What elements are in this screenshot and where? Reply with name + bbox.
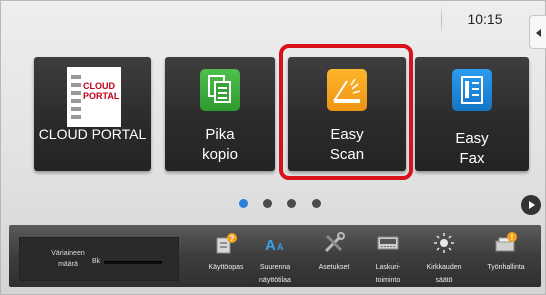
logo-word-2: PORTAL — [83, 91, 120, 101]
manual-icon: ? — [216, 233, 237, 254]
shortcut-label-line-2: säätö — [435, 277, 453, 284]
shortcut-label: Työnhallinta — [487, 264, 525, 271]
tile-label-line-1: Easy — [455, 130, 489, 147]
tile-quick-copy[interactable]: Pika kopio — [165, 57, 275, 171]
shortcut-label-line-1: Laskuri- — [375, 264, 401, 271]
page-dot-2[interactable] — [263, 199, 272, 208]
brightness-icon — [434, 233, 454, 253]
toner-title-line-1: Väriaineen — [51, 250, 85, 257]
toner-color-label: Bk — [92, 258, 101, 265]
clock: 10:15 — [467, 11, 503, 27]
toner-level-panel: Väriaineen määrä Bk — [19, 237, 179, 281]
tile-easy-fax[interactable]: Easy Fax — [415, 57, 529, 171]
logo-word-1: CLOUD — [83, 81, 115, 91]
cloud-portal-logo-icon: CLOUD PORTAL — [67, 67, 121, 127]
tile-label: CLOUD PORTAL — [38, 126, 147, 142]
toner-level-bar — [104, 261, 162, 264]
fax-icon — [452, 69, 492, 111]
device-screen: 10:15 CLOUD PORTAL CLOUD PORTAL Pika kop… — [0, 0, 546, 295]
shortcut-label-line-1: Suurenna — [259, 264, 291, 271]
page-dot-1[interactable] — [239, 199, 248, 208]
shortcut-label: Laskuri- toiminto — [357, 261, 419, 287]
svg-text:!: ! — [511, 233, 514, 242]
shortcut-label: Asetukset — [318, 264, 350, 271]
tile-label-line-2: Fax — [459, 150, 485, 167]
settings-tools-icon — [324, 232, 345, 253]
status-divider — [441, 3, 442, 37]
job-status-icon: ! — [495, 232, 517, 252]
shortcut-label: Kirkkauden säätö — [413, 261, 475, 287]
next-page-button[interactable] — [521, 195, 541, 215]
svg-text:?: ? — [230, 234, 235, 243]
calculator-icon — [377, 236, 399, 250]
shortcut-settings[interactable]: Asetukset — [309, 229, 359, 285]
shortcut-counter[interactable]: Laskuri- toiminto — [363, 229, 413, 285]
svg-text:A: A — [277, 242, 284, 252]
tile-label-line-1: Pika — [205, 126, 235, 143]
tile-cloud-portal[interactable]: CLOUD PORTAL CLOUD PORTAL — [34, 57, 151, 171]
copy-icon — [200, 69, 240, 111]
side-panel-tab[interactable] — [529, 15, 546, 49]
shortcut-label: Suurenna näyttötilaa — [244, 261, 306, 287]
page-dot-4[interactable] — [312, 199, 321, 208]
shortcut-label-line-1: Kirkkauden — [426, 264, 462, 271]
toner-title-line-2: määrä — [58, 261, 78, 268]
toner-level-fill — [104, 261, 162, 264]
enlarge-display-icon: A A — [265, 237, 284, 254]
highlight-frame — [279, 44, 413, 180]
shortcut-job-status[interactable]: ! Työnhallinta — [481, 229, 531, 285]
tile-label-line-2: kopio — [202, 146, 238, 163]
shortcut-brightness[interactable]: Kirkkauden säätö — [419, 229, 469, 285]
shortcut-enlarge-display[interactable]: A A Suurenna näyttötilaa — [250, 229, 300, 285]
toner-title: Väriaineen määrä — [38, 248, 98, 270]
svg-text:A: A — [265, 237, 276, 254]
shortcut-label-line-2: näyttötilaa — [259, 277, 291, 284]
page-dot-3[interactable] — [287, 199, 296, 208]
shortcut-label-line-2: toiminto — [375, 277, 401, 284]
